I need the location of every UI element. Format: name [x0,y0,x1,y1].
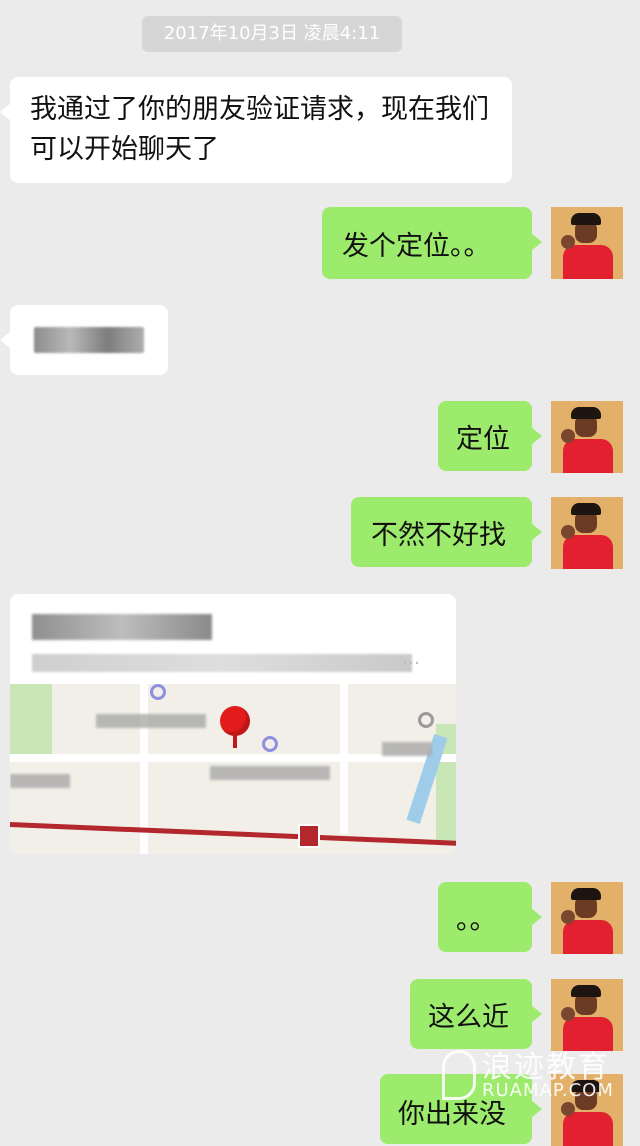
message-text: 。。 [456,904,497,936]
chat-timestamp: 2017年10月3日 凌晨4:11 [142,16,402,52]
incoming-message[interactable]: 我通过了你的朋友验证请求，现在我们可以开始聊天了 [0,77,512,183]
metro-station-icon [298,824,320,848]
location-title-blurred [32,614,212,640]
blurred-text [34,327,144,353]
message-text: 定位 [456,423,510,455]
message-text: 我通过了你的朋友验证请求，现在我们可以开始聊天了 [30,94,489,165]
user-avatar[interactable] [551,207,623,279]
outgoing-message[interactable]: 这么近 [410,979,542,1049]
outgoing-message[interactable]: 。。 [438,882,542,952]
message-text: 发个定位。。 [342,230,491,262]
address-ellipsis: … [402,648,420,669]
message-text: 这么近 [428,1001,509,1033]
watermark-site: RUAMAP.COM [482,1080,614,1101]
location-pin-icon [220,706,250,736]
message-text: 不然不好找 [371,519,506,551]
outgoing-message[interactable]: 不然不好找 [351,497,542,567]
user-avatar[interactable] [551,497,623,569]
incoming-message-blurred[interactable] [0,305,168,375]
user-avatar[interactable] [551,882,623,954]
location-address-blurred [32,654,412,672]
location-map[interactable] [10,684,456,854]
watermark: 浪迹教育 RUAMAP.COM [442,1040,636,1110]
location-logo-icon [442,1050,476,1100]
outgoing-message[interactable]: 定位 [438,401,542,471]
outgoing-message[interactable]: 发个定位。。 [322,207,542,279]
location-card[interactable]: … [10,594,456,854]
user-avatar[interactable] [551,401,623,473]
